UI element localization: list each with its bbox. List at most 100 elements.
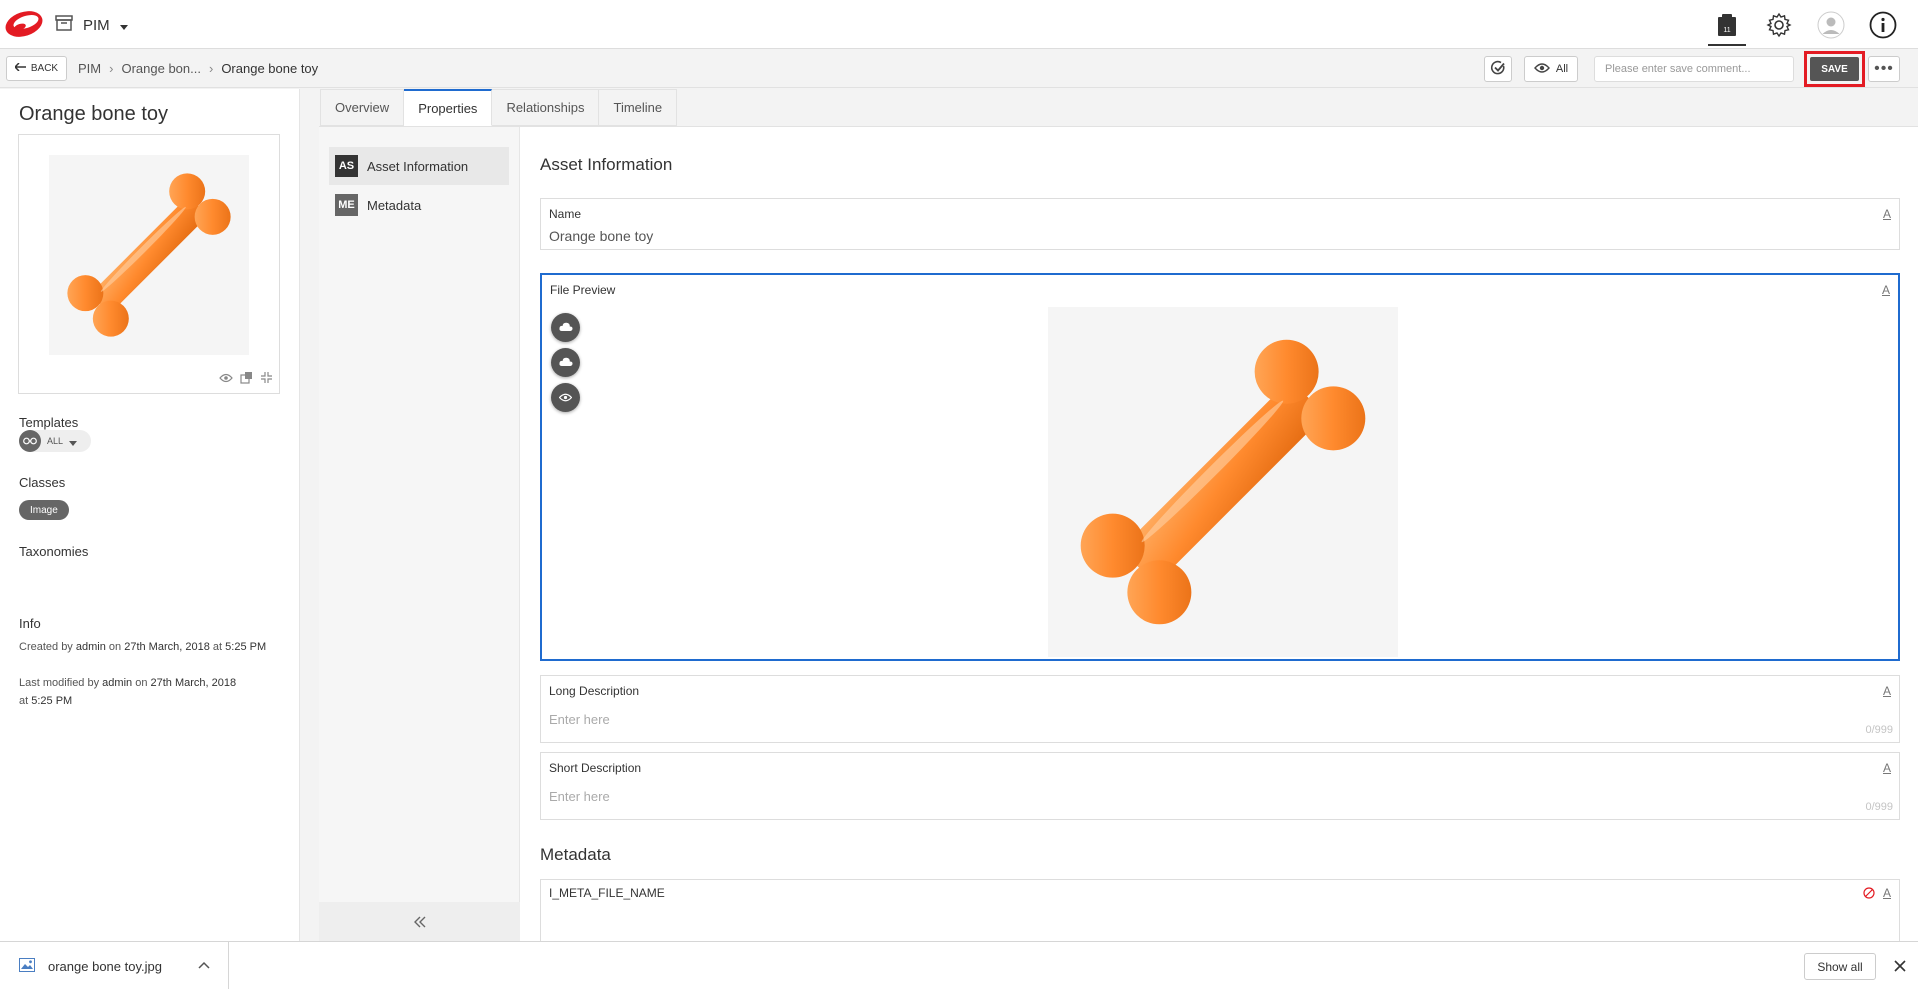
back-button[interactable]: BACK [6, 56, 67, 81]
download-cloud-button[interactable] [551, 348, 580, 377]
file-preview-image[interactable] [1048, 307, 1398, 657]
breadcrumb-item-pim[interactable]: PIM [78, 61, 101, 76]
section-nav: AS Asset Information ME Metadata [319, 127, 520, 942]
short-description-field: Short Description A 0/999 [540, 752, 1900, 820]
collapse-panel-button[interactable] [319, 902, 520, 942]
short-description-counter: 0/999 [1865, 801, 1893, 813]
class-badge: Image [19, 500, 69, 520]
tab-relationships[interactable]: Relationships [492, 89, 600, 126]
caret-down-icon [69, 434, 78, 449]
created-info: Created by admin on 27th March, 2018 at … [19, 638, 274, 656]
modified-info: Last modified by admin on 27th March, 20… [19, 674, 244, 710]
archive-icon [55, 15, 73, 35]
breadcrumb-separator-icon: › [208, 61, 214, 76]
attribute-form: Asset Information Name Orange bone toy A… [540, 127, 1918, 942]
long-description-label: Long Description [549, 684, 640, 698]
attribute-flag-icon[interactable]: A [1883, 684, 1891, 698]
modified-time: 5:25 PM [31, 695, 73, 707]
info-label: Info [19, 616, 41, 631]
upload-cloud-button[interactable] [551, 313, 580, 342]
show-all-button[interactable]: Show all [1804, 953, 1876, 980]
breadcrumb-item-parent[interactable]: Orange bon... [121, 61, 201, 76]
chevron-up-icon[interactable] [198, 957, 210, 972]
download-bar: orange bone toy.jpg Show all [0, 941, 1918, 989]
section-abbrev-badge: ME [335, 194, 358, 216]
created-user: admin [75, 641, 106, 653]
info-icon[interactable] [1868, 10, 1898, 40]
short-description-input[interactable] [549, 789, 1849, 804]
user-avatar-icon[interactable] [1816, 10, 1846, 40]
asset-thumbnail-image[interactable] [49, 155, 249, 355]
active-indicator [1708, 44, 1746, 46]
app-switcher[interactable]: PIM [55, 14, 128, 36]
view-filter-button[interactable]: All [1524, 56, 1578, 82]
preview-file-button[interactable] [551, 383, 580, 412]
download-item[interactable]: orange bone toy.jpg [0, 942, 229, 989]
save-button[interactable]: SAVE [1810, 57, 1859, 81]
long-description-input[interactable] [549, 712, 1849, 727]
svg-text:11: 11 [1723, 27, 1730, 34]
properties-content: AS Asset Information ME Metadata Asset I… [319, 126, 1918, 942]
section-nav-label: Asset Information [367, 158, 469, 174]
more-dots-icon: ••• [1874, 60, 1894, 77]
compress-icon[interactable] [260, 371, 273, 387]
replace-image-icon[interactable] [240, 371, 253, 387]
tab-timeline[interactable]: Timeline [599, 89, 678, 126]
tab-overview[interactable]: Overview [320, 89, 405, 126]
file-preview-label: File Preview [550, 283, 616, 297]
brand-logo-icon[interactable] [3, 9, 45, 39]
eye-icon [1533, 62, 1550, 76]
meta-file-name-label: I_META_FILE_NAME [549, 886, 665, 900]
modified-at-word: at [19, 695, 29, 707]
long-description-field: Long Description A 0/999 [540, 675, 1900, 743]
long-description-counter: 0/999 [1865, 724, 1893, 736]
breadcrumb: PIM › Orange bon... › Orange bone toy [78, 61, 318, 76]
check-circle-icon [1490, 60, 1506, 79]
name-field: Name Orange bone toy A [540, 198, 1900, 250]
validate-button[interactable] [1484, 56, 1512, 82]
cloud-upload-icon [558, 320, 573, 335]
entity-tabs: Overview Properties Relationships Timeli… [320, 89, 678, 126]
section-abbrev-badge: AS [335, 155, 358, 177]
name-field-value[interactable]: Orange bone toy [549, 228, 653, 244]
breadcrumb-toolbar: BACK PIM › Orange bon... › Orange bone t… [0, 50, 1918, 88]
attribute-flag-icon[interactable]: A [1883, 761, 1891, 775]
attribute-flag-icon[interactable]: A [1882, 283, 1890, 297]
created-at-word: at [212, 641, 223, 653]
template-glasses-icon [19, 430, 41, 452]
attribute-flag-icon[interactable]: A [1883, 207, 1891, 221]
created-on-word: on [108, 641, 122, 653]
breadcrumb-separator-icon: › [109, 61, 114, 76]
template-value: ALL [47, 436, 64, 446]
eye-icon [558, 390, 573, 405]
top-bar: PIM 11 [0, 0, 1918, 49]
preview-eye-icon[interactable] [219, 371, 233, 387]
close-icon[interactable] [1890, 956, 1910, 976]
save-comment-input[interactable] [1594, 56, 1794, 82]
template-selector[interactable]: ALL [19, 430, 91, 452]
templates-label: Templates [19, 415, 79, 430]
section-nav-item-asset-information[interactable]: AS Asset Information [329, 147, 509, 185]
name-field-label: Name [549, 207, 582, 221]
section-nav-label: Metadata [367, 197, 422, 213]
modified-user: admin [102, 677, 133, 689]
tasks-icon[interactable]: 11 [1708, 10, 1746, 46]
modified-on-word: on [135, 677, 148, 689]
attribute-flag-icon[interactable]: A [1883, 886, 1891, 900]
short-description-label: Short Description [549, 761, 642, 775]
created-prefix: Created by [19, 641, 73, 653]
breadcrumb-item-current: Orange bone toy [221, 61, 319, 76]
metadata-heading: Metadata [540, 845, 611, 864]
file-preview-field: File Preview A [540, 273, 1900, 661]
section-nav-item-metadata[interactable]: ME Metadata [329, 186, 509, 224]
meta-file-name-field: I_META_FILE_NAME A [540, 879, 1900, 942]
caret-down-icon [119, 17, 128, 34]
arrow-left-icon [13, 62, 26, 74]
cloud-download-icon [558, 355, 573, 370]
more-options-button[interactable]: ••• [1868, 56, 1900, 82]
double-chevron-left-icon [413, 912, 427, 933]
settings-gear-icon[interactable] [1764, 10, 1794, 40]
classes-label: Classes [19, 475, 66, 490]
tab-properties[interactable]: Properties [404, 89, 493, 126]
asset-summary-panel: Orange bone toy Templates ALL Classes Im… [0, 89, 300, 941]
